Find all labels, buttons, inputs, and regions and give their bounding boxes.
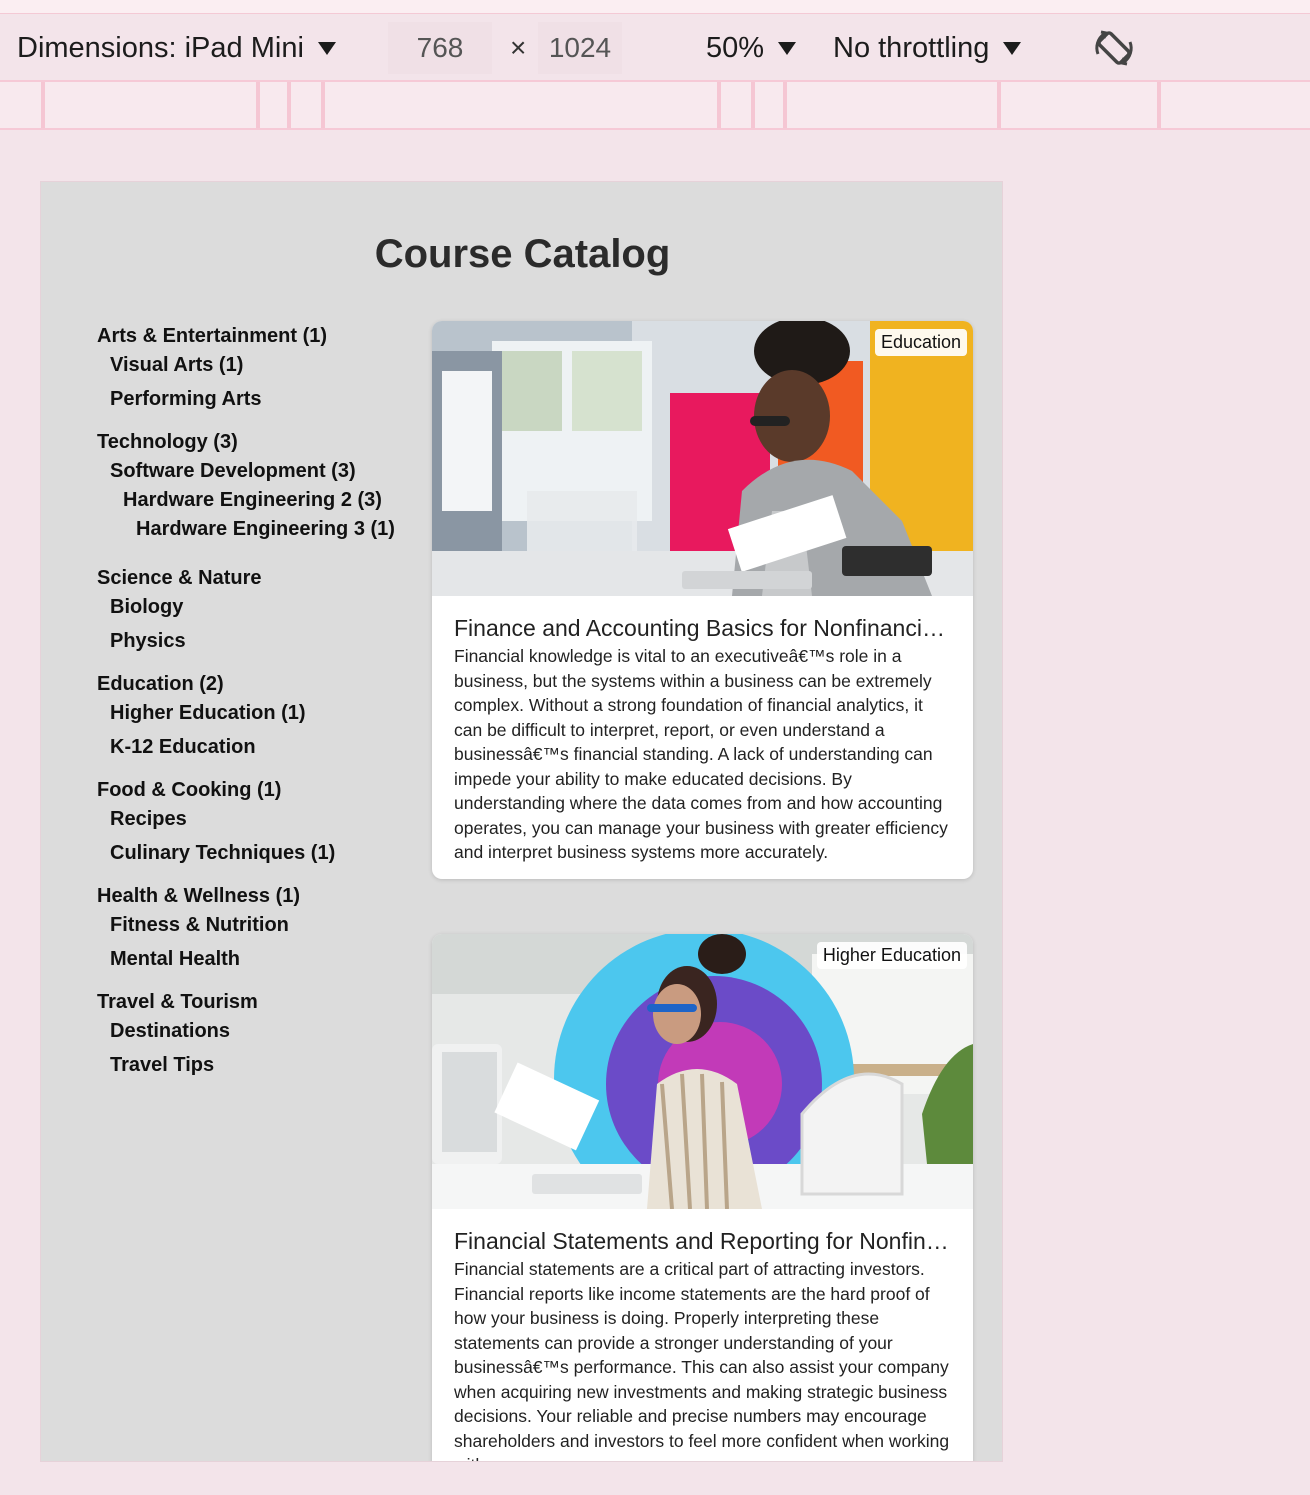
category-culinary-techniques[interactable]: Culinary Techniques (1) bbox=[97, 839, 427, 868]
ruler-tick bbox=[1157, 82, 1161, 128]
category-visual-arts[interactable]: Visual Arts (1) bbox=[97, 351, 427, 380]
rotate-icon[interactable] bbox=[1090, 24, 1138, 72]
device-viewport: Course Catalog Arts & Entertainment (1) … bbox=[40, 181, 1003, 1462]
category-science-nature[interactable]: Science & Nature bbox=[97, 564, 427, 593]
category-mental-health[interactable]: Mental Health bbox=[97, 945, 427, 974]
device-toolbar: Dimensions: iPad Mini 768 × 1024 50% No … bbox=[0, 14, 1310, 82]
course-title[interactable]: Finance and Accounting Basics for Nonfin… bbox=[454, 614, 951, 642]
ruler-tick bbox=[41, 82, 45, 128]
category-hardware-engineering-3[interactable]: Hardware Engineering 3 (1) bbox=[97, 515, 427, 544]
dimensions-label: Dimensions: iPad Mini bbox=[17, 31, 304, 64]
course-card[interactable]: Higher Education Financial Statements an… bbox=[432, 934, 973, 1461]
course-title[interactable]: Financial Statements and Reporting for N… bbox=[454, 1227, 951, 1255]
throttling-dropdown[interactable]: No throttling bbox=[833, 14, 1022, 82]
category-health-wellness[interactable]: Health & Wellness (1) bbox=[97, 882, 427, 911]
category-group-technology: Technology (3) Software Development (3) … bbox=[97, 428, 427, 544]
throttling-label: No throttling bbox=[833, 31, 990, 64]
category-fitness-nutrition[interactable]: Fitness & Nutrition bbox=[97, 911, 427, 940]
category-group-travel: Travel & Tourism Destinations Travel Tip… bbox=[97, 988, 427, 1080]
ruler-tick bbox=[997, 82, 1001, 128]
course-card-body: Finance and Accounting Basics for Nonfin… bbox=[432, 596, 973, 879]
zoom-dropdown[interactable]: 50% bbox=[706, 14, 797, 82]
category-technology[interactable]: Technology (3) bbox=[97, 428, 427, 457]
course-image: Education bbox=[432, 321, 973, 596]
category-group-science: Science & Nature Biology Physics bbox=[97, 564, 427, 656]
category-arts-entertainment[interactable]: Arts & Entertainment (1) bbox=[97, 322, 427, 351]
category-group-education: Education (2) Higher Education (1) K-12 … bbox=[97, 670, 427, 762]
height-input[interactable]: 1024 bbox=[538, 22, 622, 74]
category-biology[interactable]: Biology bbox=[97, 593, 427, 622]
course-image: Higher Education bbox=[432, 934, 973, 1209]
category-hardware-engineering-2[interactable]: Hardware Engineering 2 (3) bbox=[97, 486, 427, 515]
category-physics[interactable]: Physics bbox=[97, 627, 427, 656]
chevron-down-icon bbox=[778, 41, 797, 55]
course-category-badge: Higher Education bbox=[816, 942, 967, 969]
zoom-label: 50% bbox=[706, 31, 765, 64]
category-k12-education[interactable]: K-12 Education bbox=[97, 733, 427, 762]
ruler-tick bbox=[321, 82, 325, 128]
course-category-badge: Education bbox=[874, 329, 967, 356]
course-description: Financial knowledge is vital to an execu… bbox=[454, 646, 948, 862]
category-travel-tourism[interactable]: Travel & Tourism bbox=[97, 988, 427, 1017]
ruler-tick bbox=[717, 82, 721, 128]
ruler-tick bbox=[751, 82, 755, 128]
course-card[interactable]: Education Finance and Accounting Basics … bbox=[432, 321, 973, 879]
course-description: Financial statements are a critical part… bbox=[454, 1259, 950, 1461]
ruler-tick bbox=[256, 82, 260, 128]
category-sidebar: Arts & Entertainment (1) Visual Arts (1)… bbox=[97, 322, 427, 1094]
course-card-body: Financial Statements and Reporting for N… bbox=[432, 1209, 973, 1461]
media-query-ruler[interactable] bbox=[0, 82, 1310, 130]
category-education[interactable]: Education (2) bbox=[97, 670, 427, 699]
dimensions-dropdown[interactable]: Dimensions: iPad Mini bbox=[17, 14, 336, 82]
chevron-down-icon bbox=[317, 41, 336, 55]
page-title: Course Catalog bbox=[374, 232, 671, 276]
category-group-food: Food & Cooking (1) Recipes Culinary Tech… bbox=[97, 776, 427, 868]
width-input[interactable]: 768 bbox=[388, 22, 492, 74]
category-software-development[interactable]: Software Development (3) bbox=[97, 457, 427, 486]
category-travel-tips[interactable]: Travel Tips bbox=[97, 1051, 427, 1080]
category-group-health: Health & Wellness (1) Fitness & Nutritio… bbox=[97, 882, 427, 974]
category-performing-arts[interactable]: Performing Arts bbox=[97, 385, 427, 414]
category-destinations[interactable]: Destinations bbox=[97, 1017, 427, 1046]
ruler-tick bbox=[783, 82, 787, 128]
ruler-tick bbox=[287, 82, 291, 128]
category-group-arts: Arts & Entertainment (1) Visual Arts (1)… bbox=[97, 322, 427, 414]
devtools-top-strip bbox=[0, 0, 1310, 14]
category-recipes[interactable]: Recipes bbox=[97, 805, 427, 834]
times-separator: × bbox=[510, 32, 527, 63]
chevron-down-icon bbox=[1003, 41, 1022, 55]
category-food-cooking[interactable]: Food & Cooking (1) bbox=[97, 776, 427, 805]
category-higher-education[interactable]: Higher Education (1) bbox=[97, 699, 427, 728]
